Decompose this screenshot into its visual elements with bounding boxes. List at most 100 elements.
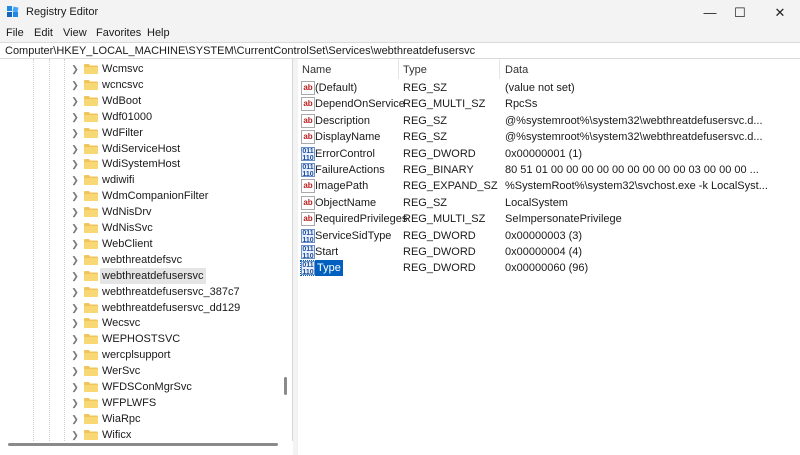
tree-item[interactable]: ❯ WebClient (70, 236, 285, 252)
tree-item[interactable]: ❯ WiaRpc (70, 411, 285, 427)
menu-favorites[interactable]: Favorites (96, 27, 141, 39)
tree-item-label[interactable]: Wcmsvc (100, 61, 146, 77)
menu-edit[interactable]: Edit (34, 27, 53, 39)
chevron-right-icon[interactable]: ❯ (70, 397, 80, 409)
tree-item-label[interactable]: WdmCompanionFilter (100, 188, 210, 204)
chevron-right-icon[interactable]: ❯ (70, 254, 80, 266)
chevron-right-icon[interactable]: ❯ (70, 317, 80, 329)
value-name[interactable]: ErrorControl (315, 146, 375, 162)
chevron-right-icon[interactable]: ❯ (70, 429, 80, 441)
tree-item-label[interactable]: WebClient (100, 236, 155, 252)
tree-item[interactable]: ❯ WdNisDrv (70, 204, 285, 220)
column-divider[interactable] (499, 59, 500, 79)
tree-item-label[interactable]: wcncsvc (100, 77, 146, 93)
close-button[interactable]: ✕ (762, 0, 798, 25)
tree-item-label[interactable]: WFPLWFS (100, 395, 158, 411)
column-header-type[interactable]: Type (403, 62, 427, 78)
tree-item[interactable]: ❯ wcncsvc (70, 77, 285, 93)
tree-item-label[interactable]: Wecsvc (100, 315, 142, 331)
value-name[interactable]: Start (315, 244, 338, 260)
value-row[interactable]: ab DependOnService REG_MULTI_SZ RpcSs (298, 96, 800, 112)
tree-item-label[interactable]: wercplsupport (100, 347, 172, 363)
value-name[interactable]: DisplayName (315, 129, 380, 145)
chevron-right-icon[interactable]: ❯ (70, 238, 80, 250)
value-name[interactable]: FailureActions (315, 162, 385, 178)
column-header-data[interactable]: Data (505, 62, 528, 78)
chevron-right-icon[interactable]: ❯ (70, 302, 80, 314)
chevron-right-icon[interactable]: ❯ (70, 270, 80, 282)
value-row[interactable]: 011 110 ServiceSidType REG_DWORD 0x00000003 … (298, 228, 800, 244)
tree-item[interactable]: ❯ WFDSConMgrSvc (70, 379, 285, 395)
chevron-right-icon[interactable]: ❯ (70, 333, 80, 345)
value-name[interactable]: ObjectName (315, 195, 376, 211)
column-divider[interactable] (398, 59, 399, 79)
tree-item-label[interactable]: WdiServiceHost (100, 141, 182, 157)
menu-file[interactable]: File (6, 27, 24, 39)
value-row[interactable]: 011 110 Start REG_DWORD 0x00000004 (4) (298, 244, 800, 260)
value-row[interactable]: ab ObjectName REG_SZ LocalSystem (298, 195, 800, 211)
address-path[interactable]: Computer\HKEY_LOCAL_MACHINE\SYSTEM\Curre… (5, 45, 475, 57)
value-name[interactable]: ImagePath (315, 178, 368, 194)
value-name[interactable]: ServiceSidType (315, 228, 391, 244)
chevron-right-icon[interactable]: ❯ (70, 286, 80, 298)
tree-item[interactable]: ❯ WdBoot (70, 93, 285, 109)
tree-item-label[interactable]: webthreatdefusersvc_387c7 (100, 284, 242, 300)
tree-item[interactable]: ❯ WdmCompanionFilter (70, 188, 285, 204)
tree-item[interactable]: ❯ webthreatdefusersvc_387c7 (70, 284, 285, 300)
tree-horizontal-scrollbar[interactable] (0, 441, 293, 455)
chevron-right-icon[interactable]: ❯ (70, 349, 80, 361)
chevron-right-icon[interactable]: ❯ (70, 365, 80, 377)
value-row[interactable]: 011 110 ErrorControl REG_DWORD 0x00000001 (1… (298, 146, 800, 162)
tree-item[interactable]: ❯ wdiwifi (70, 172, 285, 188)
chevron-right-icon[interactable]: ❯ (70, 127, 80, 139)
menu-view[interactable]: View (63, 27, 87, 39)
tree-item[interactable]: ❯ wercplsupport (70, 347, 285, 363)
tree-item-label[interactable]: WdNisSvc (100, 220, 155, 236)
tree-item[interactable]: ❯ webthreatdefsvc (70, 252, 285, 268)
tree-item-label[interactable]: Wificx (100, 427, 133, 441)
tree-item-label[interactable]: wdiwifi (100, 172, 136, 188)
tree-item[interactable]: ❯ Wdf01000 (70, 109, 285, 125)
chevron-right-icon[interactable]: ❯ (70, 143, 80, 155)
tree-item[interactable]: ❯ webthreatdefusersvc (70, 267, 285, 284)
tree-item[interactable]: ❯ WerSvc (70, 363, 285, 379)
value-row[interactable]: 011 110 FailureActions REG_BINARY 80 51 01 0… (298, 162, 800, 178)
chevron-right-icon[interactable]: ❯ (70, 190, 80, 202)
tree-item[interactable]: ❯ WdNisSvc (70, 220, 285, 236)
tree-item-label[interactable]: webthreatdefusersvc (100, 267, 206, 284)
maximize-button[interactable]: ☐ (722, 0, 758, 25)
chevron-right-icon[interactable]: ❯ (70, 111, 80, 123)
chevron-right-icon[interactable]: ❯ (70, 79, 80, 91)
tree-item[interactable]: ❯ Wcmsvc (70, 61, 285, 77)
tree-item-label[interactable]: WFDSConMgrSvc (100, 379, 194, 395)
value-row[interactable]: ab DisplayName REG_SZ @%systemroot%\system3… (298, 129, 800, 145)
tree-item-label[interactable]: webthreatdefusersvc_dd129 (100, 300, 242, 316)
value-name[interactable]: DependOnService (315, 96, 405, 112)
chevron-right-icon[interactable]: ❯ (70, 174, 80, 186)
tree-hscroll-thumb[interactable] (8, 443, 278, 446)
value-name[interactable]: Description (315, 113, 370, 129)
tree-item[interactable]: ❯ WEPHOSTSVC (70, 331, 285, 347)
tree-item-label[interactable]: WEPHOSTSVC (100, 331, 182, 347)
chevron-right-icon[interactable]: ❯ (70, 413, 80, 425)
chevron-right-icon[interactable]: ❯ (70, 381, 80, 393)
tree-item[interactable]: ❯ WFPLWFS (70, 395, 285, 411)
key-tree-pane[interactable]: ❯ Wcmsvc ❯ wcncsvc ❯ WdBoot ❯ Wdf01000 ❯ WdFilter… (0, 59, 293, 441)
value-name[interactable]: RequiredPrivileges (315, 211, 407, 227)
tree-item-label[interactable]: WerSvc (100, 363, 142, 379)
tree-item-label[interactable]: webthreatdefsvc (100, 252, 184, 268)
tree-item[interactable]: ❯ WdFilter (70, 125, 285, 141)
tree-item-label[interactable]: WdNisDrv (100, 204, 154, 220)
tree-item-label[interactable]: WdBoot (100, 93, 143, 109)
tree-item-label[interactable]: WiaRpc (100, 411, 143, 427)
values-list-pane[interactable]: Name Type Data ab (Default) REG_SZ (value n… (298, 59, 800, 455)
value-row[interactable]: ab (Default) REG_SZ (value not set) (298, 80, 800, 96)
tree-item-label[interactable]: WdiSystemHost (100, 156, 182, 172)
value-row[interactable]: ab Description REG_SZ @%systemroot%\system3… (298, 113, 800, 129)
tree-item[interactable]: ❯ WdiServiceHost (70, 141, 285, 157)
tree-item[interactable]: ❯ Wificx (70, 427, 285, 441)
tree-item-label[interactable]: Wdf01000 (100, 109, 154, 125)
tree-item-label[interactable]: WdFilter (100, 125, 145, 141)
address-bar[interactable]: Computer\HKEY_LOCAL_MACHINE\SYSTEM\Curre… (0, 42, 800, 59)
chevron-right-icon[interactable]: ❯ (70, 95, 80, 107)
